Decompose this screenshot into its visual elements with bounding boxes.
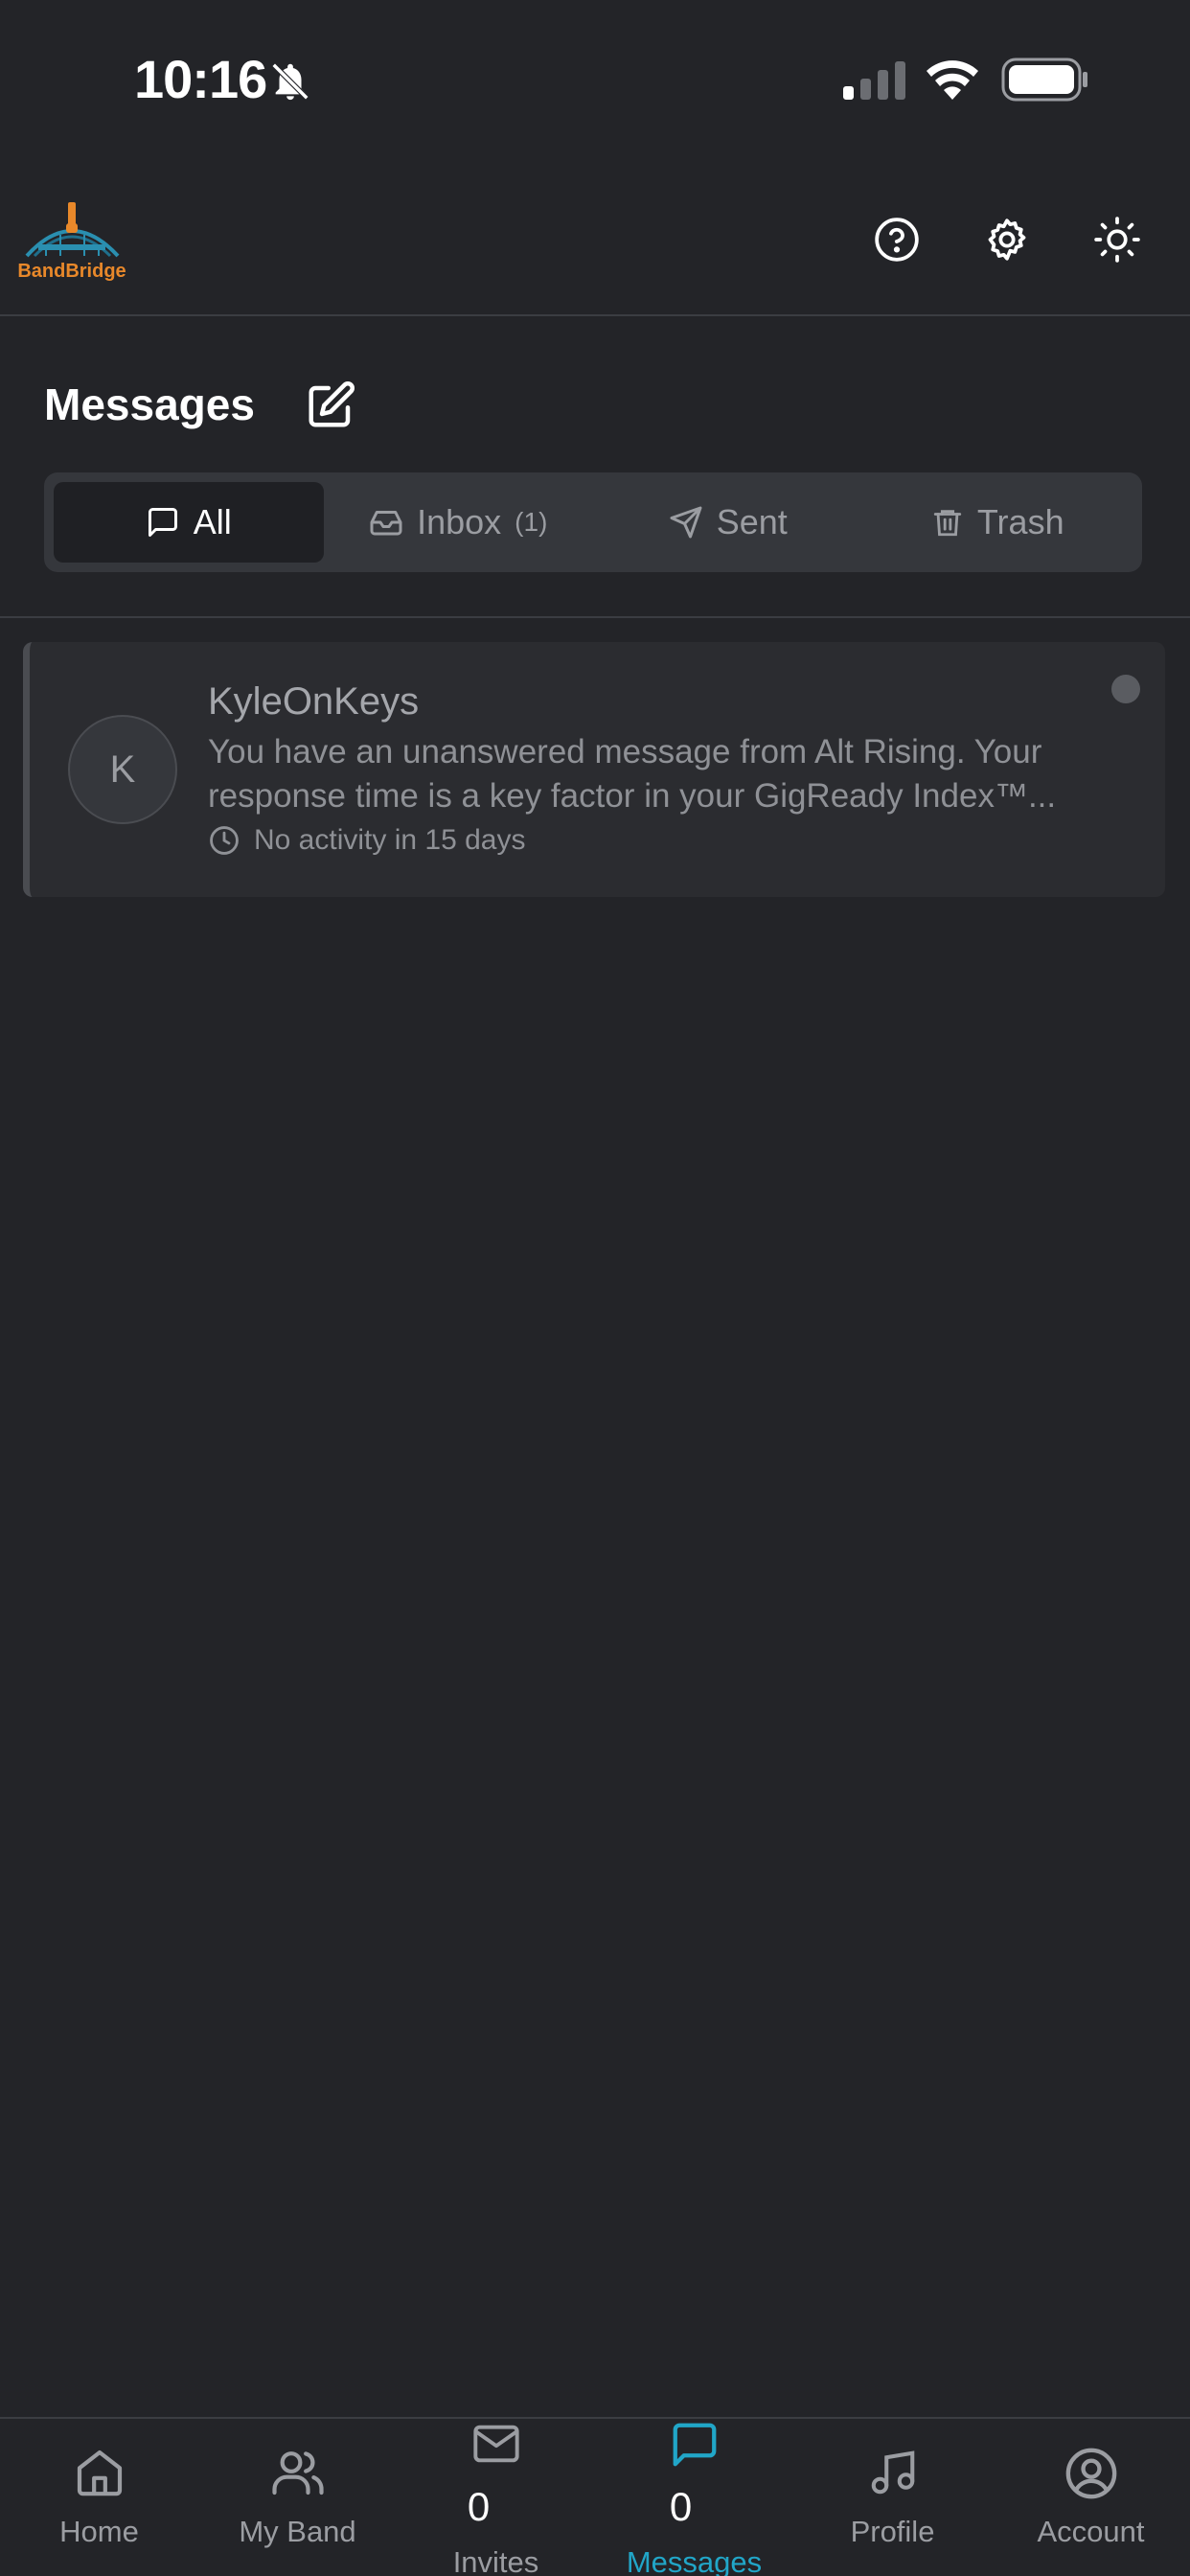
tab-label: All <box>193 502 232 541</box>
mail-icon <box>472 2425 519 2463</box>
battery-icon <box>1001 58 1089 106</box>
settings-button[interactable] <box>973 206 1041 273</box>
avatar: K <box>68 715 177 824</box>
messages-count: 0 <box>669 2484 693 2529</box>
cellular-signal-icon <box>843 61 906 104</box>
wifi-icon <box>925 58 980 104</box>
nav-messages[interactable]: 0 Messages <box>595 2419 793 2576</box>
unread-indicator <box>1111 675 1140 703</box>
bottom-nav: Home My Band 0 Invites 0 Messages Profil… <box>0 2417 1190 2576</box>
clock-icon <box>210 826 239 855</box>
nav-label: Messages <box>626 2545 763 2576</box>
sender-name: KyleOnKeys <box>208 680 420 723</box>
inbox-icon <box>370 511 402 536</box>
messages-screen: 10:16 BandBridge Messages All Inbox (1) … <box>0 0 1190 2576</box>
nav-account[interactable]: Account <box>992 2419 1190 2576</box>
send-icon <box>670 506 702 539</box>
nav-profile[interactable]: Profile <box>793 2419 992 2576</box>
activity-status: No activity in 15 days <box>208 824 525 857</box>
nav-label: Profile <box>850 2515 935 2548</box>
message-thread-item[interactable]: K KyleOnKeys You have an unanswered mess… <box>23 642 1165 897</box>
nav-label: Invites <box>452 2545 539 2576</box>
logo-text: BandBridge <box>17 261 126 282</box>
tab-label: Sent <box>716 502 788 541</box>
chat-icon <box>148 508 177 537</box>
tab-trash[interactable]: Trash <box>863 482 1133 563</box>
activity-text: No activity in 15 days <box>254 824 526 856</box>
nav-label: Account <box>1037 2515 1145 2548</box>
app-header: BandBridge <box>0 168 1190 316</box>
message-filter-tabs: All Inbox (1) Sent Trash <box>44 472 1142 572</box>
tab-sent[interactable]: Sent <box>593 482 863 563</box>
home-icon <box>77 2450 122 2496</box>
nav-my-band[interactable]: My Band <box>198 2419 397 2576</box>
status-bar: 10:16 <box>0 0 1190 158</box>
status-time: 10:16 <box>134 49 267 109</box>
sun-icon <box>1094 217 1140 263</box>
inbox-count-badge: (1) <box>515 507 548 537</box>
divider <box>0 616 1190 618</box>
message-preview: You have an unanswered message from Alt … <box>208 733 1057 815</box>
bell-muted-icon <box>268 59 312 108</box>
bandbridge-logo[interactable]: BandBridge <box>17 196 127 283</box>
tab-label: Inbox <box>417 502 502 541</box>
avatar-initial: K <box>109 748 136 791</box>
nav-invites[interactable]: 0 Invites <box>397 2419 595 2576</box>
theme-toggle-button[interactable] <box>1084 206 1151 273</box>
users-icon <box>271 2451 324 2496</box>
tab-all[interactable]: All <box>54 482 324 563</box>
user-circle-icon <box>1065 2448 1116 2499</box>
nav-label: My Band <box>239 2515 356 2548</box>
gear-icon <box>988 218 1026 261</box>
nav-home[interactable]: Home <box>0 2419 198 2576</box>
help-button[interactable] <box>863 206 930 273</box>
tab-inbox[interactable]: Inbox (1) <box>324 482 594 563</box>
compose-icon <box>309 381 355 427</box>
compose-button[interactable] <box>305 380 356 431</box>
help-icon <box>875 218 919 262</box>
tab-label: Trash <box>976 502 1064 541</box>
trash-icon <box>933 510 962 537</box>
invites-count: 0 <box>467 2484 491 2529</box>
music-note-icon <box>871 2450 914 2495</box>
nav-label: Home <box>59 2515 139 2548</box>
chat-icon <box>673 2423 716 2467</box>
page-title: Messages <box>44 380 255 429</box>
